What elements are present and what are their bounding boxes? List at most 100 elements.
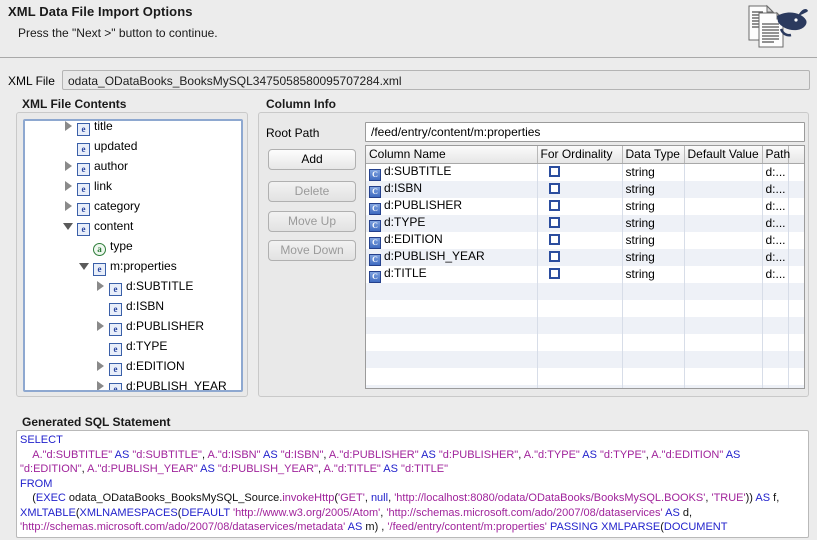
xml-file-input[interactable]: odata_ODataBooks_BooksMySQL3475058580095… [62, 70, 810, 90]
cell-column-name[interactable]: Cd:SUBTITLE [366, 163, 538, 181]
cell-path[interactable]: d:... [762, 265, 789, 283]
cell-for-ordinality[interactable] [537, 248, 623, 266]
sql-token-id: "d:TYPE" [600, 448, 646, 461]
cell-default-value[interactable] [684, 248, 763, 266]
table-row[interactable]: Cd:ISBN string d:... [366, 180, 804, 198]
chevron-right-icon[interactable] [95, 320, 106, 331]
cell-data-type[interactable]: string [622, 248, 685, 266]
cell-data-type[interactable]: string [622, 180, 685, 198]
tree-node-d-isbn[interactable]: e d:ISBN [25, 296, 241, 316]
delete-button[interactable]: Delete [268, 181, 356, 202]
cell-data-type[interactable]: string [622, 231, 685, 249]
cell-data-type[interactable]: string [622, 197, 685, 215]
table-row[interactable]: Cd:TITLE string d:... [366, 265, 804, 283]
cell-column-name[interactable]: Cd:EDITION [366, 231, 538, 249]
table-row-empty[interactable] [366, 350, 804, 368]
cell-column-name[interactable]: Cd:TYPE [366, 214, 538, 232]
cell-empty [788, 299, 804, 317]
column-header-for-ordinality[interactable]: For Ordinality [537, 146, 623, 164]
cell-for-ordinality[interactable] [537, 214, 623, 232]
cell-column-name[interactable]: Cd:PUBLISH_YEAR [366, 248, 538, 266]
sql-token-id: "d:PUBLISHER" [487, 536, 566, 538]
chevron-right-icon[interactable] [63, 200, 74, 211]
tree-node-d-publisher[interactable]: e d:PUBLISHER [25, 316, 241, 336]
for-ordinality-checkbox[interactable] [548, 217, 560, 228]
cell-path[interactable]: d:... [762, 163, 789, 181]
root-path-input[interactable]: /feed/entry/content/m:properties [365, 122, 805, 142]
column-header-blank[interactable] [788, 146, 804, 164]
tree-node-title[interactable]: e title [25, 121, 241, 136]
tree-node-author[interactable]: e author [25, 156, 241, 176]
generated-sql-panel[interactable]: SELECT A."d:SUBTITLE" AS "d:SUBTITLE", A… [16, 430, 809, 538]
column-header-path[interactable]: Path [762, 146, 790, 164]
table-row[interactable]: Cd:TYPE string d:... [366, 214, 804, 232]
tree-node-type[interactable]: a type [25, 236, 241, 256]
cell-data-type[interactable]: string [622, 163, 685, 181]
chevron-right-icon[interactable] [95, 380, 106, 390]
cell-column-name[interactable]: Cd:PUBLISHER [366, 197, 538, 215]
tree-node-d-edition[interactable]: e d:EDITION [25, 356, 241, 376]
table-row-empty[interactable] [366, 384, 804, 388]
cell-default-value[interactable] [684, 265, 763, 283]
chevron-down-icon[interactable] [63, 220, 74, 231]
tree-node-link[interactable]: e link [25, 176, 241, 196]
cell-path[interactable]: d:... [762, 180, 789, 198]
table-row-empty[interactable] [366, 316, 804, 334]
cell-path[interactable]: d:... [762, 231, 789, 249]
for-ordinality-checkbox[interactable] [548, 268, 560, 279]
table-row[interactable]: Cd:PUBLISHER string d:... [366, 197, 804, 215]
for-ordinality-checkbox[interactable] [548, 166, 560, 177]
table-row-empty[interactable] [366, 367, 804, 385]
cell-default-value[interactable] [684, 214, 763, 232]
cell-for-ordinality[interactable] [537, 265, 623, 283]
table-row[interactable]: Cd:SUBTITLE string d:... [366, 163, 804, 181]
element-icon: e [77, 203, 90, 216]
cell-data-type[interactable]: string [622, 214, 685, 232]
cell-for-ordinality[interactable] [537, 197, 623, 215]
move-up-button[interactable]: Move Up [268, 211, 356, 232]
xml-tree[interactable]: e title e updated e author e link e category e cont… [23, 119, 243, 392]
tree-node-updated[interactable]: e updated [25, 136, 241, 156]
cell-for-ordinality[interactable] [537, 231, 623, 249]
chevron-down-icon[interactable] [79, 260, 90, 271]
move-down-button[interactable]: Move Down [268, 240, 356, 261]
sql-token-kw: string [570, 536, 597, 538]
cell-column-name[interactable]: Cd:ISBN [366, 180, 538, 198]
tree-node-content[interactable]: e content [25, 216, 241, 236]
column-header-default-value[interactable]: Default Value [684, 146, 763, 164]
chevron-right-icon[interactable] [63, 121, 74, 131]
chevron-right-icon[interactable] [95, 360, 106, 371]
cell-default-value[interactable] [684, 180, 763, 198]
tree-node-d-publish-year[interactable]: e d:PUBLISH_YEAR [25, 376, 241, 390]
column-table[interactable]: Column Name For Ordinality Data Type Defaul… [365, 145, 805, 389]
tree-node-d-type[interactable]: e d:TYPE [25, 336, 241, 356]
chevron-right-icon[interactable] [63, 180, 74, 191]
chevron-right-icon[interactable] [63, 160, 74, 171]
chevron-right-icon[interactable] [95, 280, 106, 291]
cell-path[interactable]: d:... [762, 248, 789, 266]
tree-node-m-properties[interactable]: e m:properties [25, 256, 241, 276]
tree-node-d-subtitle[interactable]: e d:SUBTITLE [25, 276, 241, 296]
cell-path[interactable]: d:... [762, 197, 789, 215]
add-button[interactable]: Add [268, 149, 356, 170]
cell-default-value[interactable] [684, 231, 763, 249]
for-ordinality-checkbox[interactable] [548, 200, 560, 211]
table-row-empty[interactable] [366, 282, 804, 300]
table-row-empty[interactable] [366, 333, 804, 351]
cell-default-value[interactable] [684, 197, 763, 215]
cell-column-name[interactable]: Cd:TITLE [366, 265, 538, 283]
column-header-column-name[interactable]: Column Name [366, 146, 538, 164]
cell-data-type[interactable]: string [622, 265, 685, 283]
for-ordinality-checkbox[interactable] [548, 251, 560, 262]
table-row[interactable]: Cd:EDITION string d:... [366, 231, 804, 249]
for-ordinality-checkbox[interactable] [548, 183, 560, 194]
column-header-data-type[interactable]: Data Type [622, 146, 685, 164]
cell-for-ordinality[interactable] [537, 163, 623, 181]
cell-default-value[interactable] [684, 163, 763, 181]
table-row-empty[interactable] [366, 299, 804, 317]
tree-node-category[interactable]: e category [25, 196, 241, 216]
for-ordinality-checkbox[interactable] [548, 234, 560, 245]
cell-for-ordinality[interactable] [537, 180, 623, 198]
table-row[interactable]: Cd:PUBLISH_YEAR string d:... [366, 248, 804, 266]
cell-path[interactable]: d:... [762, 214, 789, 232]
